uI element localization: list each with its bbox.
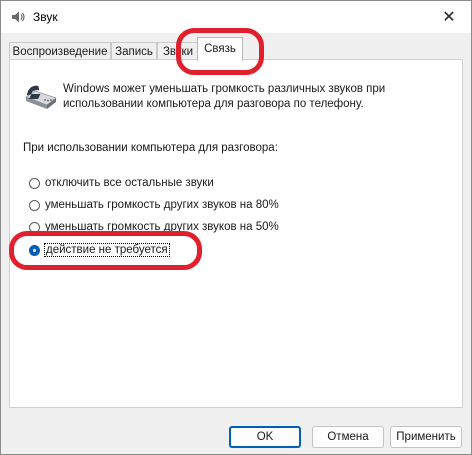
close-button[interactable]: ✕ [431,3,467,31]
cancel-button[interactable]: Отмена [312,426,384,448]
tab-strip: Воспроизведение Запись Звуки Связь [1,33,471,61]
close-icon: ✕ [442,9,456,26]
description-line-1: Windows может уменьшать громкость различ… [63,83,386,95]
option-label: уменьшать громкость других звуков на 80% [45,199,279,211]
option-reduce-80[interactable]: уменьшать громкость других звуков на 80% [29,196,279,214]
window-title: Звук [33,10,58,24]
communications-panel: Windows может уменьшать громкость различ… [9,59,463,408]
tab-communications[interactable]: Связь [197,37,243,61]
option-label: отключить все остальные звуки [45,177,214,189]
apply-button[interactable]: Применить [390,426,462,448]
description: Windows может уменьшать громкость различ… [63,82,443,112]
ok-button[interactable]: OK [229,426,301,448]
radio-button-selected[interactable] [29,244,40,256]
tab-recording[interactable]: Запись [111,42,157,60]
telephone-icon [23,82,59,112]
radio-button[interactable] [29,199,40,211]
title-bar: Звук ✕ [1,1,471,33]
option-do-nothing[interactable]: действие не требуется [29,241,170,259]
description-line-2: использовании компьютера для разговора п… [63,98,364,110]
speaker-icon [10,9,26,25]
option-label: действие не требуется [44,243,170,257]
radio-button[interactable] [29,177,40,189]
tab-sounds[interactable]: Звуки [157,42,199,60]
option-label: уменьшать громкость других звуков на 50% [45,221,279,233]
button-bar: OK Отмена Применить [1,408,471,454]
option-mute-all[interactable]: отключить все остальные звуки [29,174,214,192]
tab-playback[interactable]: Воспроизведение [9,42,111,60]
section-label: При использовании компьютера для разгово… [23,142,278,154]
sound-dialog: Звук ✕ Воспроизведение Запись Звуки Связ… [0,0,472,455]
option-reduce-50[interactable]: уменьшать громкость других звуков на 50% [29,218,279,236]
radio-button[interactable] [29,221,40,233]
